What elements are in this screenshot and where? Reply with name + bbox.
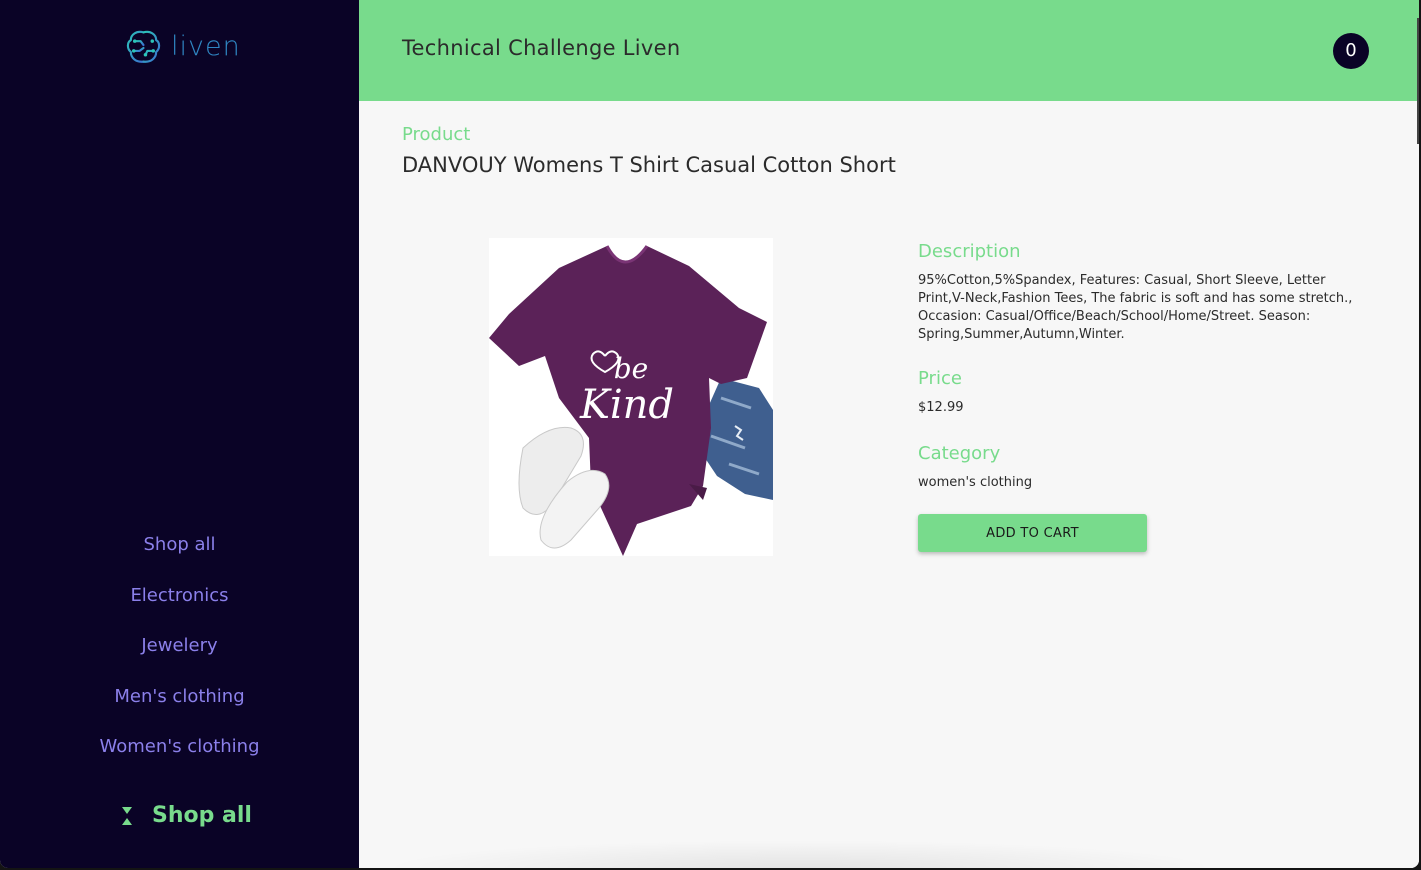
category-section: Category women's clothing: [918, 443, 1358, 492]
product-title: DANVOUY Womens T Shirt Casual Cotton Sho…: [402, 153, 896, 177]
category-value: women's clothing: [918, 475, 1033, 490]
product-kicker: Product: [402, 124, 471, 145]
price-section: Price $12.99: [918, 368, 1358, 417]
product-detail: Product DANVOUY Womens T Shirt Casual Co…: [359, 101, 1419, 868]
logo[interactable]: liven: [124, 27, 241, 67]
nav-item-jewelery[interactable]: Jewelery: [0, 621, 359, 672]
price-label: Price: [918, 368, 962, 389]
hourglass-icon: [122, 806, 132, 825]
brain-circuit-icon: [126, 30, 161, 63]
product-image: be Kind: [489, 238, 773, 556]
description-label: Description: [918, 241, 1021, 262]
shop-all-link[interactable]: Shop all: [120, 803, 252, 828]
cart-count-badge[interactable]: 0: [1333, 33, 1369, 69]
description-section: Description 95%Cotton,5%Spandex, Feature…: [918, 241, 1358, 344]
category-nav: Shop all Electronics Jewelery Men's clot…: [0, 520, 359, 773]
add-to-cart-button[interactable]: ADD TO CART: [918, 514, 1147, 552]
category-label: Category: [918, 443, 1001, 464]
nav-item-womens-clothing[interactable]: Women's clothing: [0, 722, 359, 773]
scrollbar[interactable]: [1417, 18, 1419, 144]
nav-item-mens-clothing[interactable]: Men's clothing: [0, 672, 359, 723]
shop-all-label: Shop all: [152, 803, 252, 828]
nav-item-shop-all[interactable]: Shop all: [0, 520, 359, 571]
product-info: Description 95%Cotton,5%Spandex, Feature…: [918, 241, 1358, 552]
tshirt-image: be Kind: [489, 245, 773, 556]
bottom-shadow: [380, 840, 1220, 868]
page-title: Technical Challenge Liven: [402, 36, 681, 60]
svg-text:Kind: Kind: [579, 382, 674, 428]
price-value: $12.99: [918, 400, 964, 415]
sidebar: liven Shop all Electronics Jewelery Men'…: [0, 0, 359, 868]
top-header: Technical Challenge Liven 0: [359, 0, 1419, 101]
nav-item-electronics[interactable]: Electronics: [0, 571, 359, 622]
logo-text: liven: [171, 31, 241, 62]
description-text: 95%Cotton,5%Spandex, Features: Casual, S…: [918, 273, 1353, 342]
app-window: liven Shop all Electronics Jewelery Men'…: [0, 0, 1419, 868]
